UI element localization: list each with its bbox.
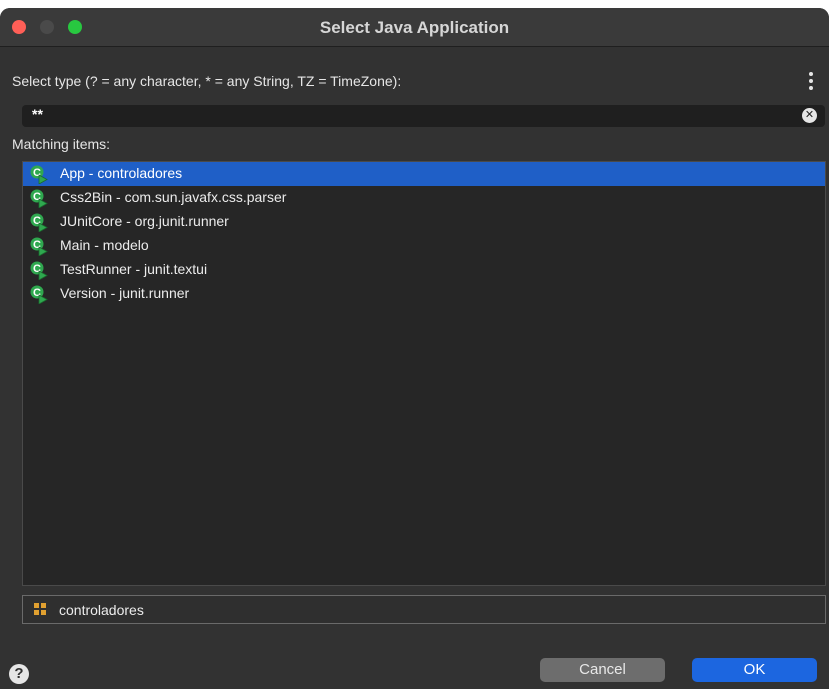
- java-main-class-icon: C: [30, 261, 48, 280]
- java-main-class-icon: C: [30, 213, 48, 232]
- help-icon[interactable]: ?: [9, 664, 29, 684]
- java-main-class-icon: C: [30, 189, 48, 208]
- package-icon: [34, 603, 46, 615]
- package-field: controladores: [22, 595, 826, 624]
- filter-value[interactable]: **: [32, 106, 43, 122]
- ok-button[interactable]: OK: [692, 658, 817, 682]
- list-item-label: App - controladores: [60, 165, 183, 181]
- type-filter-input[interactable]: ** ✕: [22, 105, 825, 127]
- list-item[interactable]: C Version - junit.runner: [23, 282, 825, 306]
- list-item[interactable]: C Css2Bin - com.sun.javafx.css.parser: [23, 186, 825, 210]
- cancel-button[interactable]: Cancel: [540, 658, 665, 682]
- list-item-label: JUnitCore - org.junit.runner: [60, 213, 229, 229]
- window-title: Select Java Application: [319, 18, 510, 37]
- list-item[interactable]: C TestRunner - junit.textui: [23, 258, 825, 282]
- list-item-label: TestRunner - junit.textui: [60, 261, 208, 277]
- dialog-window: Select Java Application Select type (? =…: [0, 8, 829, 689]
- java-main-class-icon: C: [30, 285, 48, 304]
- matching-items-list[interactable]: C App - controladores C Css2Bin - com.sun.j…: [22, 161, 826, 586]
- package-label: controladores: [59, 602, 144, 618]
- title-bar: Select Java Application: [0, 8, 829, 47]
- list-item-label: Css2Bin - com.sun.javafx.css.parser: [60, 189, 287, 205]
- java-main-class-icon: C: [30, 237, 48, 256]
- clear-filter-icon[interactable]: ✕: [802, 108, 817, 123]
- list-item[interactable]: C JUnitCore - org.junit.runner: [23, 210, 825, 234]
- list-item[interactable]: C Main - modelo: [23, 234, 825, 258]
- more-options-icon[interactable]: [808, 70, 814, 92]
- matching-items-label: Matching items:: [12, 136, 111, 152]
- java-main-class-icon: C: [30, 165, 48, 184]
- list-item[interactable]: C App - controladores: [23, 162, 825, 186]
- list-item-label: Version - junit.runner: [60, 285, 190, 301]
- list-item-label: Main - modelo: [60, 237, 149, 253]
- type-filter-prompt: Select type (? = any character, * = any …: [12, 73, 402, 89]
